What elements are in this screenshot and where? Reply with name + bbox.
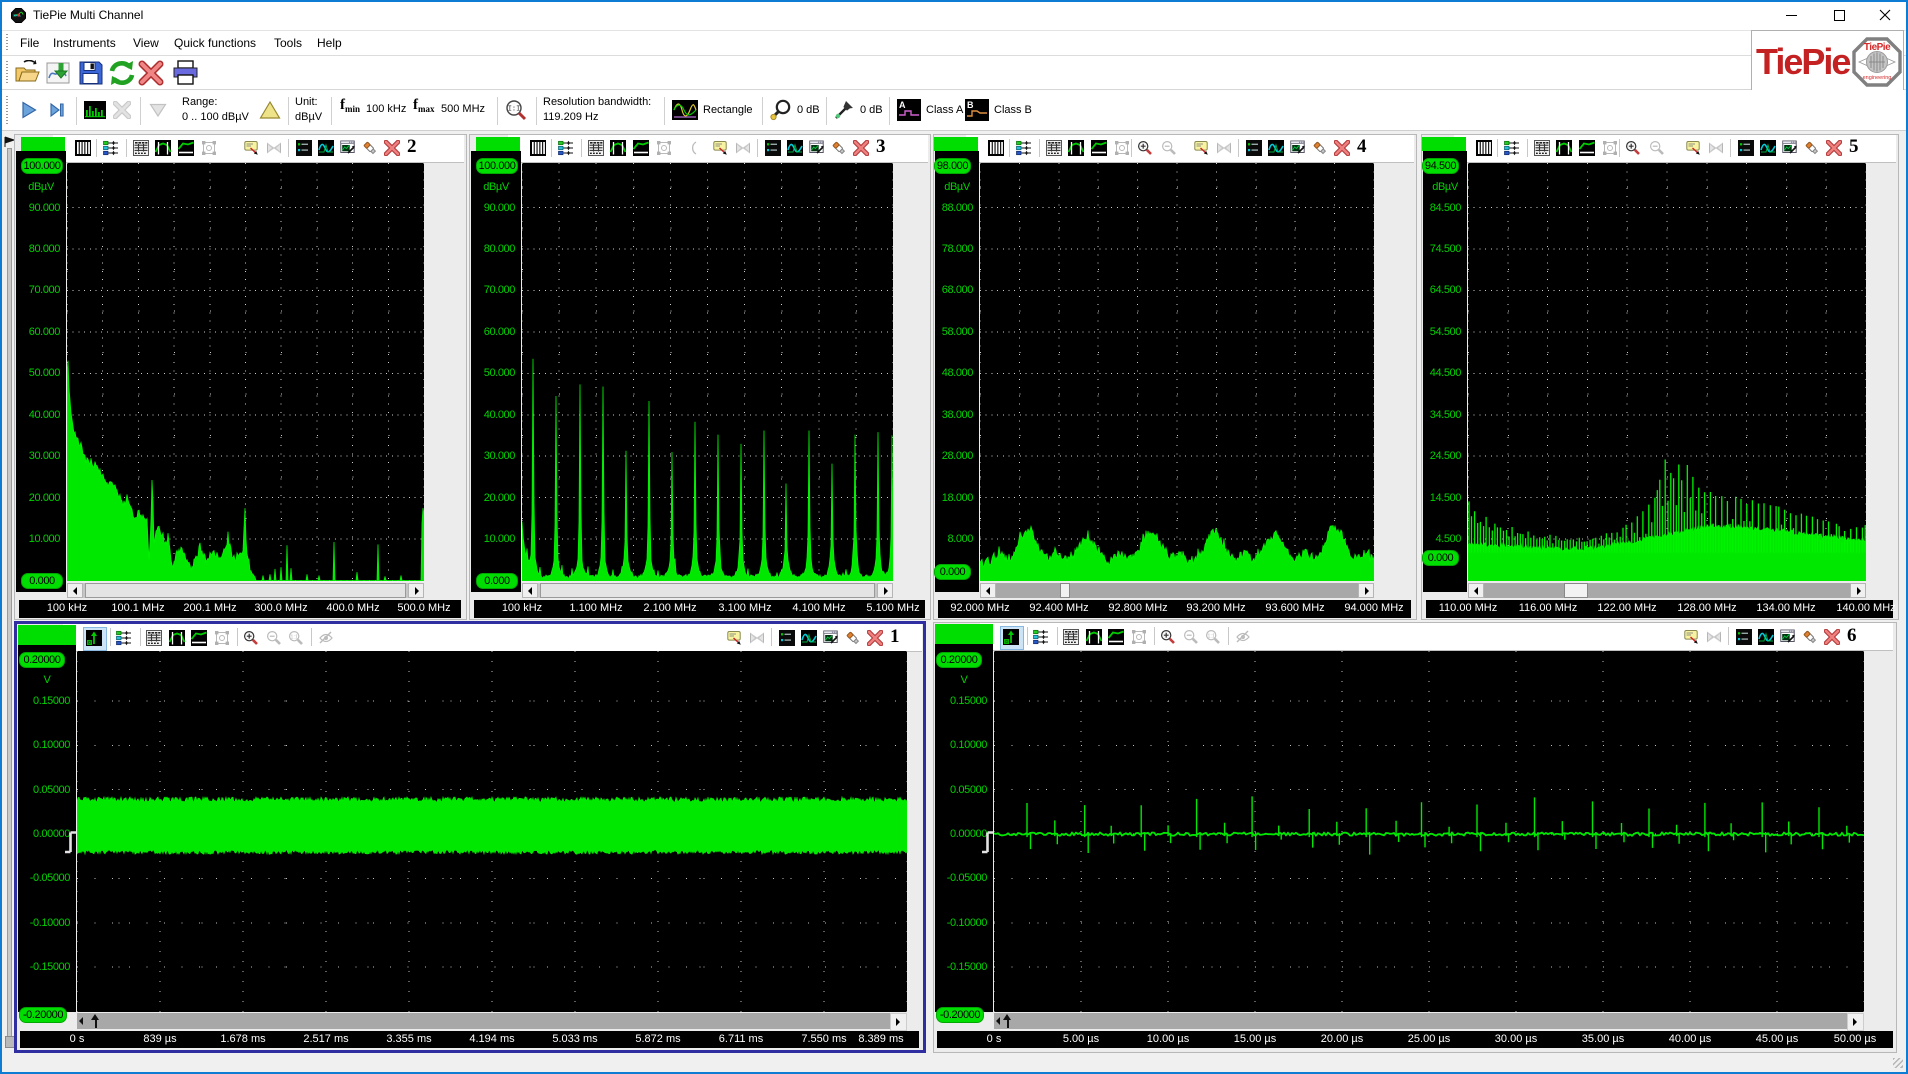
svg-text:TiePie: TiePie bbox=[1864, 42, 1891, 53]
svg-text:engineering: engineering bbox=[1863, 75, 1892, 81]
